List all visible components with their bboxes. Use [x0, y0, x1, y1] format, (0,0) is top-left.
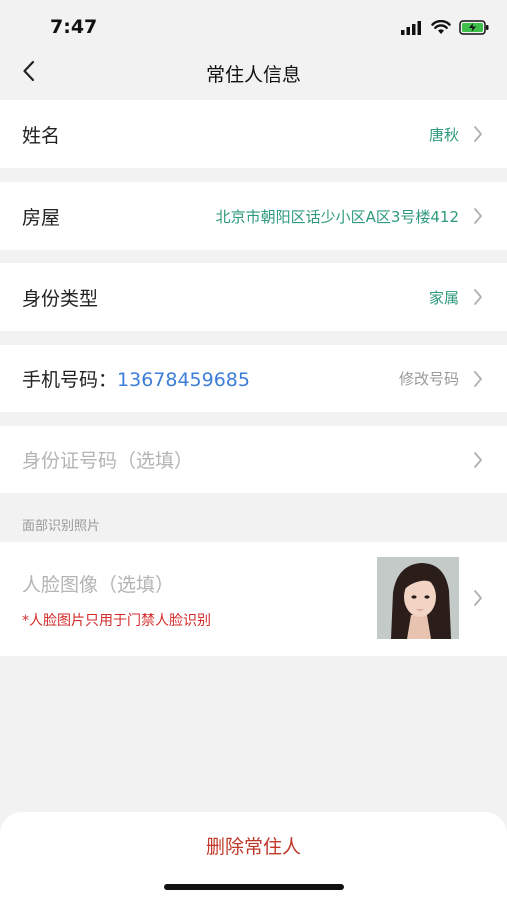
- face-image-label: 人脸图像（选填）: [22, 574, 175, 596]
- nav-bar: 常住人信息: [0, 46, 507, 100]
- status-time: 7:47: [50, 16, 98, 38]
- signal-icon: [401, 20, 423, 39]
- phone-row[interactable]: 手机号码：13678459685 修改号码: [0, 345, 507, 412]
- face-image-note: *人脸图片只用于门禁人脸识别: [22, 613, 211, 629]
- wifi-icon: [431, 19, 451, 39]
- chevron-right-icon: [471, 369, 485, 389]
- phone-field: 手机号码：13678459685: [22, 365, 250, 392]
- name-row[interactable]: 姓名 唐秋: [0, 100, 507, 168]
- chevron-right-icon: [471, 450, 485, 470]
- page-title: 常住人信息: [205, 64, 301, 86]
- house-value: 北京市朝阳区话少小区A区3号楼412: [215, 207, 459, 226]
- id-card-placeholder: 身份证号码（选填）: [22, 450, 194, 472]
- phone-number: 13678459685: [117, 369, 250, 391]
- face-section-caption: 面部识别照片: [22, 519, 101, 534]
- home-indicator: [164, 884, 344, 890]
- name-label: 姓名: [22, 124, 61, 147]
- id-card-row[interactable]: 身份证号码（选填）: [0, 426, 507, 493]
- name-value: 唐秋: [428, 125, 459, 144]
- identity-type-value: 家属: [428, 288, 459, 307]
- chevron-right-icon: [471, 124, 485, 144]
- battery-icon: [459, 19, 489, 39]
- house-row[interactable]: 房屋 北京市朝阳区话少小区A区3号楼412: [0, 182, 507, 250]
- change-number-button[interactable]: 修改号码: [399, 368, 459, 389]
- identity-type-row[interactable]: 身份类型 家属: [0, 263, 507, 331]
- chevron-right-icon: [471, 588, 485, 608]
- chevron-right-icon: [471, 206, 485, 226]
- delete-resident-button[interactable]: 删除常住人: [0, 832, 507, 859]
- status-icons: [401, 19, 489, 39]
- phone-label: 手机号码：: [22, 369, 118, 391]
- identity-type-label: 身份类型: [22, 287, 99, 310]
- chevron-right-icon: [471, 287, 485, 307]
- face-photo-thumbnail[interactable]: [377, 557, 459, 639]
- house-label: 房屋: [22, 206, 61, 229]
